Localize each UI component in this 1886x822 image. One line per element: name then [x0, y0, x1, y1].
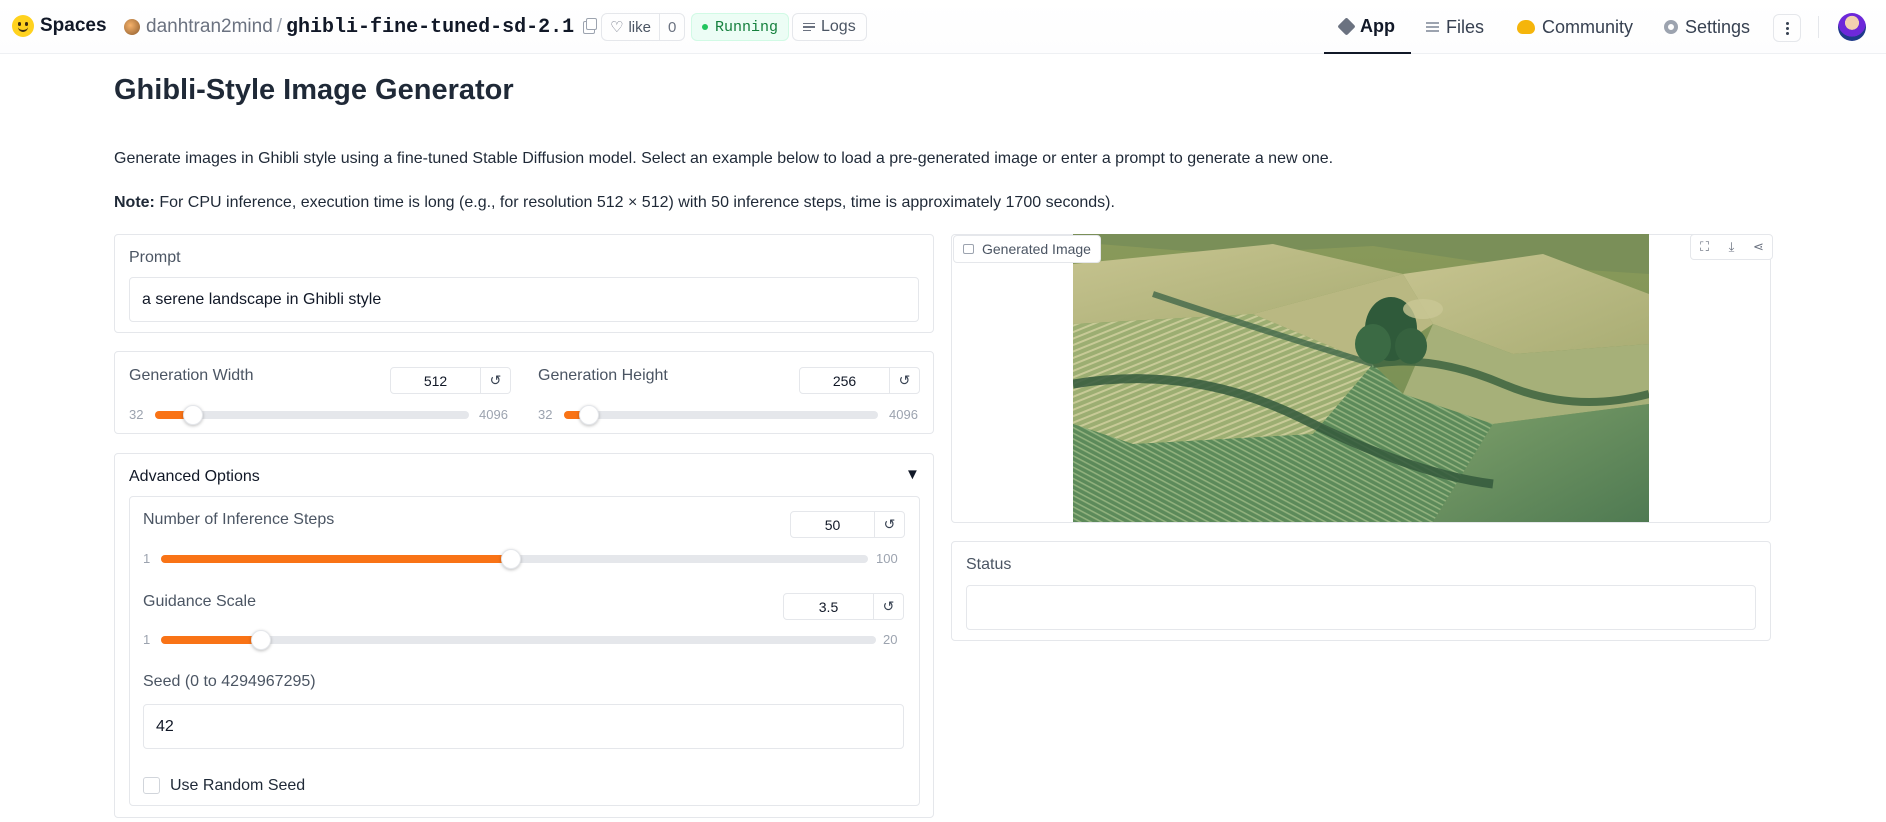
collapse-triangle-icon[interactable]: ▼ [905, 466, 920, 483]
image-toolbar: ⛶ ⤓ ⋖ [1690, 234, 1773, 260]
cube-icon [1337, 16, 1356, 36]
guidance-min: 1 [143, 632, 151, 647]
logs-label: Logs [821, 18, 856, 35]
generated-image-label: Generated Image [982, 241, 1091, 257]
status-label: Running [715, 18, 779, 36]
owner-link[interactable]: danhtran2mind [146, 16, 273, 38]
download-icon[interactable]: ⤓ [1718, 235, 1745, 259]
guidance-number: 3.5 ↺ [783, 593, 904, 620]
like-label: like [628, 18, 651, 36]
copy-icon[interactable] [583, 17, 598, 34]
width-min: 32 [129, 407, 144, 422]
gear-icon [1664, 20, 1678, 34]
status-output[interactable] [966, 585, 1756, 630]
width-input[interactable]: 512 [391, 368, 481, 393]
status-dot-icon [702, 24, 708, 30]
note-body: For CPU inference, execution time is lon… [154, 194, 1115, 211]
dimensions-panel: Generation Width 512 ↺ 32 4096 Generatio… [114, 351, 934, 434]
height-number: 256 ↺ [799, 367, 920, 394]
guidance-slider-thumb[interactable] [251, 630, 272, 650]
page-title: Ghibli-Style Image Generator [114, 74, 514, 106]
guidance-label: Guidance Scale [143, 593, 256, 610]
guidance-max: 20 [883, 632, 898, 647]
steps-label: Number of Inference Steps [143, 511, 335, 528]
width-reset-icon[interactable]: ↺ [481, 368, 510, 393]
more-dots-icon [1785, 21, 1789, 25]
height-min: 32 [538, 407, 553, 422]
height-max: 4096 [889, 407, 918, 422]
steps-max: 100 [876, 551, 898, 566]
community-icon [1517, 20, 1535, 34]
tab-settings-label: Settings [1685, 16, 1751, 37]
advanced-options-accordion: Advanced Options ▼ Number of Inference S… [114, 453, 934, 818]
repo-name-link[interactable]: ghibli-fine-tuned-sd-2.1 [286, 16, 574, 39]
width-slider[interactable] [155, 405, 469, 425]
breadcrumb-separator: / [276, 16, 283, 37]
generated-image[interactable] [1073, 234, 1649, 522]
hugging-face-logo-icon [12, 15, 34, 37]
top-bar: Spaces danhtran2mind / ghibli-fine-tuned… [0, 0, 1886, 54]
guidance-input[interactable]: 3.5 [784, 594, 874, 619]
tab-app[interactable]: App [1324, 0, 1411, 54]
prompt-panel: Prompt a serene landscape in Ghibli styl… [114, 234, 934, 333]
steps-min: 1 [143, 551, 151, 566]
tab-files-label: Files [1446, 16, 1485, 37]
height-reset-icon[interactable]: ↺ [890, 368, 919, 393]
steps-input[interactable]: 50 [791, 512, 875, 537]
steps-slider[interactable] [161, 549, 868, 569]
steps-slider-thumb[interactable] [500, 549, 521, 569]
steps-number: 50 ↺ [790, 511, 905, 538]
logs-icon [803, 22, 815, 32]
advanced-options-label[interactable]: Advanced Options [129, 468, 260, 486]
like-count[interactable]: 0 [658, 14, 684, 40]
heart-icon: ♡ [610, 19, 624, 36]
divider [1818, 16, 1819, 38]
status-badge[interactable]: Running [691, 13, 790, 41]
width-slider-thumb[interactable] [182, 405, 203, 425]
guidance-reset-icon[interactable]: ↺ [874, 594, 903, 619]
width-number: 512 ↺ [390, 367, 511, 394]
tab-community-label: Community [1542, 16, 1634, 37]
tab-settings[interactable]: Settings [1664, 0, 1750, 54]
prompt-label: Prompt [129, 249, 181, 266]
tab-community[interactable]: Community [1517, 0, 1633, 54]
like-main[interactable]: ♡ like [602, 14, 659, 40]
tab-files[interactable]: Files [1426, 0, 1484, 54]
fullscreen-icon[interactable]: ⛶ [1691, 235, 1718, 259]
files-icon [1426, 22, 1439, 32]
advanced-options-inner: Number of Inference Steps 50 ↺ 1 100 Gui… [129, 496, 920, 806]
owner-avatar [124, 19, 140, 35]
repo-breadcrumb: danhtran2mind / ghibli-fine-tuned-sd-2.1 [124, 13, 598, 41]
height-slider-thumb[interactable] [579, 405, 600, 425]
more-options-button[interactable] [1773, 14, 1801, 42]
width-label: Generation Width [129, 367, 254, 384]
steps-reset-icon[interactable]: ↺ [875, 512, 904, 537]
height-input[interactable]: 256 [800, 368, 890, 393]
tab-app-label: App [1360, 15, 1395, 36]
logs-button[interactable]: Logs [792, 13, 867, 41]
like-button[interactable]: ♡ like 0 [601, 13, 686, 41]
random-seed-label[interactable]: Use Random Seed [170, 777, 305, 795]
prompt-input[interactable]: a serene landscape in Ghibli style [129, 277, 919, 322]
seed-label: Seed (0 to 4294967295) [143, 673, 316, 690]
width-max: 4096 [479, 407, 508, 422]
height-label: Generation Height [538, 367, 668, 384]
image-icon [963, 244, 974, 254]
status-panel: Status [951, 541, 1771, 641]
status-output-label: Status [966, 556, 1012, 573]
note-label: Note: [114, 194, 155, 211]
note-text: Note: For CPU inference, execution time … [114, 194, 1115, 212]
share-icon[interactable]: ⋖ [1745, 235, 1772, 259]
page-description: Generate images in Ghibli style using a … [114, 150, 1334, 167]
seed-input[interactable]: 42 [143, 704, 904, 749]
spaces-brand-link[interactable]: Spaces [12, 15, 107, 37]
user-avatar[interactable] [1838, 13, 1866, 41]
guidance-slider[interactable] [161, 630, 876, 650]
random-seed-checkbox[interactable] [143, 777, 160, 794]
generated-image-label-badge: Generated Image [953, 235, 1101, 263]
brand-label: Spaces [40, 15, 107, 36]
height-slider[interactable] [564, 405, 878, 425]
